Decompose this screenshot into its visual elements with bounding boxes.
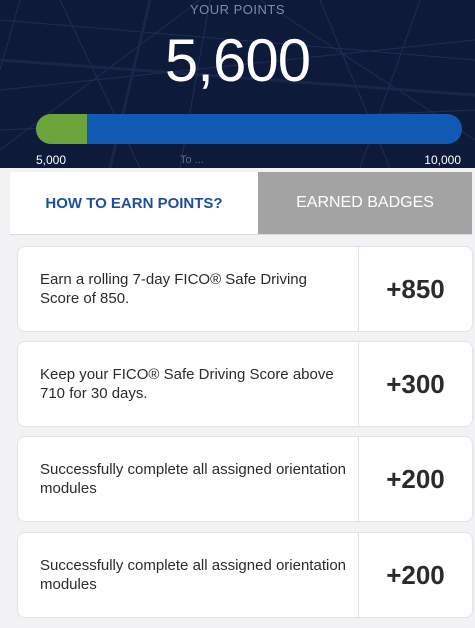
- points-header: YOUR POINTS 5,600 5,000 To ... 10,000: [0, 0, 475, 168]
- earn-item-card[interactable]: Successfully complete all assigned orien…: [17, 436, 473, 522]
- your-points-label: YOUR POINTS: [189, 2, 286, 17]
- points-progress-bar: [36, 114, 462, 144]
- progress-min-label: 5,000: [36, 153, 67, 167]
- earn-item-card[interactable]: Earn a rolling 7-day FICO® Safe Driving …: [17, 246, 473, 332]
- earn-item-card[interactable]: Keep your FICO® Safe Driving Score above…: [17, 341, 473, 427]
- earn-item-description: Keep your FICO® Safe Driving Score above…: [40, 366, 334, 402]
- tab-bar: HOW TO EARN POINTS? EARNED BADGES: [10, 172, 472, 235]
- progress-max-label: 10,000: [424, 153, 461, 167]
- points-progress-fill: [36, 114, 88, 144]
- earn-item-card[interactable]: Successfully complete all assigned orien…: [17, 532, 473, 618]
- tab-how-to-earn-points[interactable]: HOW TO EARN POINTS?: [10, 172, 258, 234]
- progress-mid-label: To ...: [180, 154, 204, 166]
- earn-item-description: Earn a rolling 7-day FICO® Safe Driving …: [40, 271, 307, 307]
- earn-item-points: +850: [386, 273, 445, 304]
- points-value: 5,600: [164, 27, 311, 94]
- earn-item-points: +200: [386, 559, 445, 590]
- earn-item-points: +300: [386, 368, 445, 399]
- earn-item-description: Successfully complete all assigned orien…: [40, 557, 346, 593]
- tab-earned-badges[interactable]: EARNED BADGES: [258, 172, 472, 234]
- earn-item-points: +200: [386, 463, 445, 494]
- earn-item-description: Successfully complete all assigned orien…: [40, 461, 346, 497]
